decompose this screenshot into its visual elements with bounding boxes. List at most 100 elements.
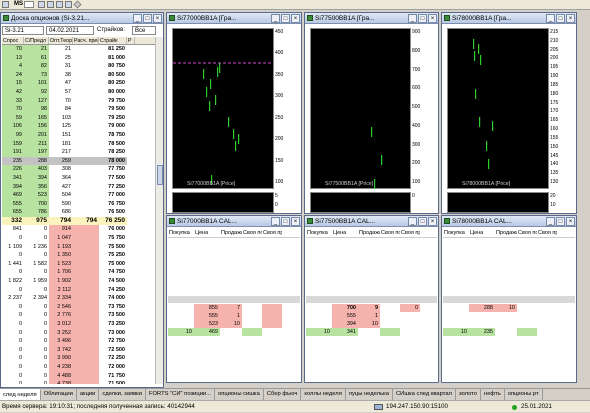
volume-pane[interactable] [447,192,549,213]
put-row[interactable]: 002 546 73 750 [2,302,155,312]
close-icon[interactable]: × [428,14,437,23]
tab-6[interactable]: Сбер фьюч [264,389,302,400]
toolbar-dropdown[interactable] [24,1,34,8]
column-header[interactable]: Своя пр [537,228,557,237]
ask-row[interactable]: 523 10 [168,320,300,328]
window-titlebar[interactable]: Si77000BB1A CAL... _ □ × [167,216,301,227]
window-titlebar[interactable]: Si78000BB1A CAL... _ □ × [442,216,576,227]
column-header[interactable]: Опт.Теор. цена [49,37,73,44]
maximize-icon[interactable]: □ [143,14,152,23]
put-row[interactable]: 002 112 74 250 [2,285,155,295]
put-row[interactable]: 001 350 75 250 [2,251,155,260]
minimize-icon[interactable]: _ [408,217,417,226]
ask-row[interactable]: 555 1 [306,312,437,320]
minimize-icon[interactable]: _ [271,217,280,226]
close-icon[interactable]: × [566,217,575,226]
tab-5[interactable]: опционы сишка [215,389,264,400]
column-header[interactable]: Р [127,37,135,44]
toolbar-icon-3[interactable] [56,1,63,8]
put-row[interactable]: 1 109 1 236 1 193 75 500 [2,242,155,252]
column-header[interactable]: С/Предл [24,37,49,44]
column-header[interactable]: Покупка [306,228,332,237]
ask-row[interactable] [443,312,575,320]
column-header[interactable]: Покупка [168,228,194,237]
call-row[interactable]: 99 201 151 78 750 [2,130,155,140]
column-header[interactable]: Своя пок [380,228,400,237]
put-row[interactable]: 002 776 73 500 [2,311,155,320]
tab-11[interactable]: нефть [481,389,505,400]
bid-row[interactable]: 10 235 [443,328,575,336]
strikes-select[interactable]: Все [132,26,156,35]
column-header[interactable]: Своя пок [242,228,262,237]
tab-2[interactable]: акции [77,389,100,400]
toolbar-icon-1[interactable] [38,1,45,8]
maximize-icon[interactable]: □ [281,14,290,23]
close-icon[interactable]: × [566,14,575,23]
tab-9[interactable]: СИшка след квартал [393,389,456,400]
maximize-icon[interactable]: □ [418,217,427,226]
call-row[interactable]: 159 211 181 78 500 [2,139,155,149]
put-row[interactable]: 003 742 72 500 [2,345,155,355]
call-row[interactable]: 33 127 70 79 750 [2,96,155,106]
column-header[interactable]: Цена [469,228,495,237]
minimize-icon[interactable]: _ [546,14,555,23]
column-header[interactable]: Своя пок [517,228,537,237]
minimize-icon[interactable]: _ [271,14,280,23]
column-header[interactable]: Расч. прем. [73,37,99,44]
column-header[interactable]: Продажа [220,228,242,237]
put-row[interactable]: 003 252 73 000 [2,328,155,338]
call-row[interactable]: 70 21 21 81 250 [2,45,155,54]
call-row[interactable]: 24 73 38 80 500 [2,70,155,80]
atm-row[interactable]: 332 975 794 794 76 250 [2,216,155,226]
call-row[interactable]: 70 98 84 79 500 [2,105,155,114]
put-row[interactable]: 003 990 72 250 [2,354,155,363]
maximize-icon[interactable]: □ [418,14,427,23]
put-row[interactable]: 004 238 72 000 [2,362,155,372]
column-header[interactable]: Цена [332,228,358,237]
column-header[interactable]: Цена [194,228,220,237]
put-row[interactable]: 001 047 75 750 [2,234,155,243]
window-titlebar[interactable]: Si77500BB1A [Гра... _ □ × [305,13,438,24]
scrollbar-thumb[interactable] [157,165,163,185]
column-header[interactable]: Своя пр [400,228,420,237]
tab-3[interactable]: сделки, заявки [99,389,146,400]
column-header[interactable]: Продажа [358,228,380,237]
tab-4[interactable]: FORTS "СИ" позиции... [146,389,216,400]
option-board-scrollbar[interactable] [155,37,163,384]
chart-plot-area[interactable]: Si77500BB1A [Price] [310,28,411,201]
call-row[interactable]: 394 356 427 77 250 [2,182,155,192]
put-row[interactable]: 003 496 72 750 [2,337,155,346]
column-header[interactable]: Спрос [2,37,24,44]
maximize-icon[interactable]: □ [281,217,290,226]
close-icon[interactable]: × [153,14,162,23]
put-row[interactable]: 1 822 1 959 1 902 74 500 [2,277,155,286]
window-titlebar[interactable]: Si77000BB1A [Гра... _ □ × [167,13,301,24]
tab-12[interactable]: опционы рт [505,389,543,400]
column-header[interactable]: Покупка [443,228,469,237]
ask-row[interactable]: 855 7 [168,304,300,328]
call-row[interactable]: 191 197 217 78 250 [2,148,155,157]
toolbar-icon-4[interactable] [65,1,72,8]
tab-10[interactable]: золото [456,389,481,400]
window-titlebar[interactable]: Si78000BB1A [Гра... _ □ × [442,13,576,24]
ask-row[interactable] [443,320,575,328]
column-header[interactable]: Продажа [495,228,517,237]
column-header[interactable]: Страйк [99,37,127,44]
put-row[interactable]: 1 441 1 582 1 523 75 000 [2,259,155,269]
call-row[interactable]: 469 523 504 77 000 [2,191,155,200]
ask-row[interactable]: 555 1 [168,312,300,320]
chart-plot-area[interactable]: Si78000BB1A [Price] [447,28,549,189]
ask-row[interactable]: 700 9 0 [306,304,437,312]
maximize-icon[interactable]: □ [556,217,565,226]
put-row[interactable]: 001 706 74 750 [2,268,155,278]
ask-row[interactable]: 288 10 [443,304,575,312]
column-header[interactable]: Своя пр [262,228,282,237]
put-row[interactable]: 004 73871 500 [2,380,155,384]
maximize-icon[interactable]: □ [556,14,565,23]
call-row[interactable]: 226 403 308 77 750 [2,165,155,174]
chart-plot-area[interactable]: Si77000BB1A [Price] [172,28,274,189]
call-row[interactable]: 13 61 25 81 000 [2,53,155,63]
volume-pane[interactable] [310,192,411,213]
minimize-icon[interactable]: _ [546,217,555,226]
toolbar-menu-label[interactable]: MS [14,1,23,7]
